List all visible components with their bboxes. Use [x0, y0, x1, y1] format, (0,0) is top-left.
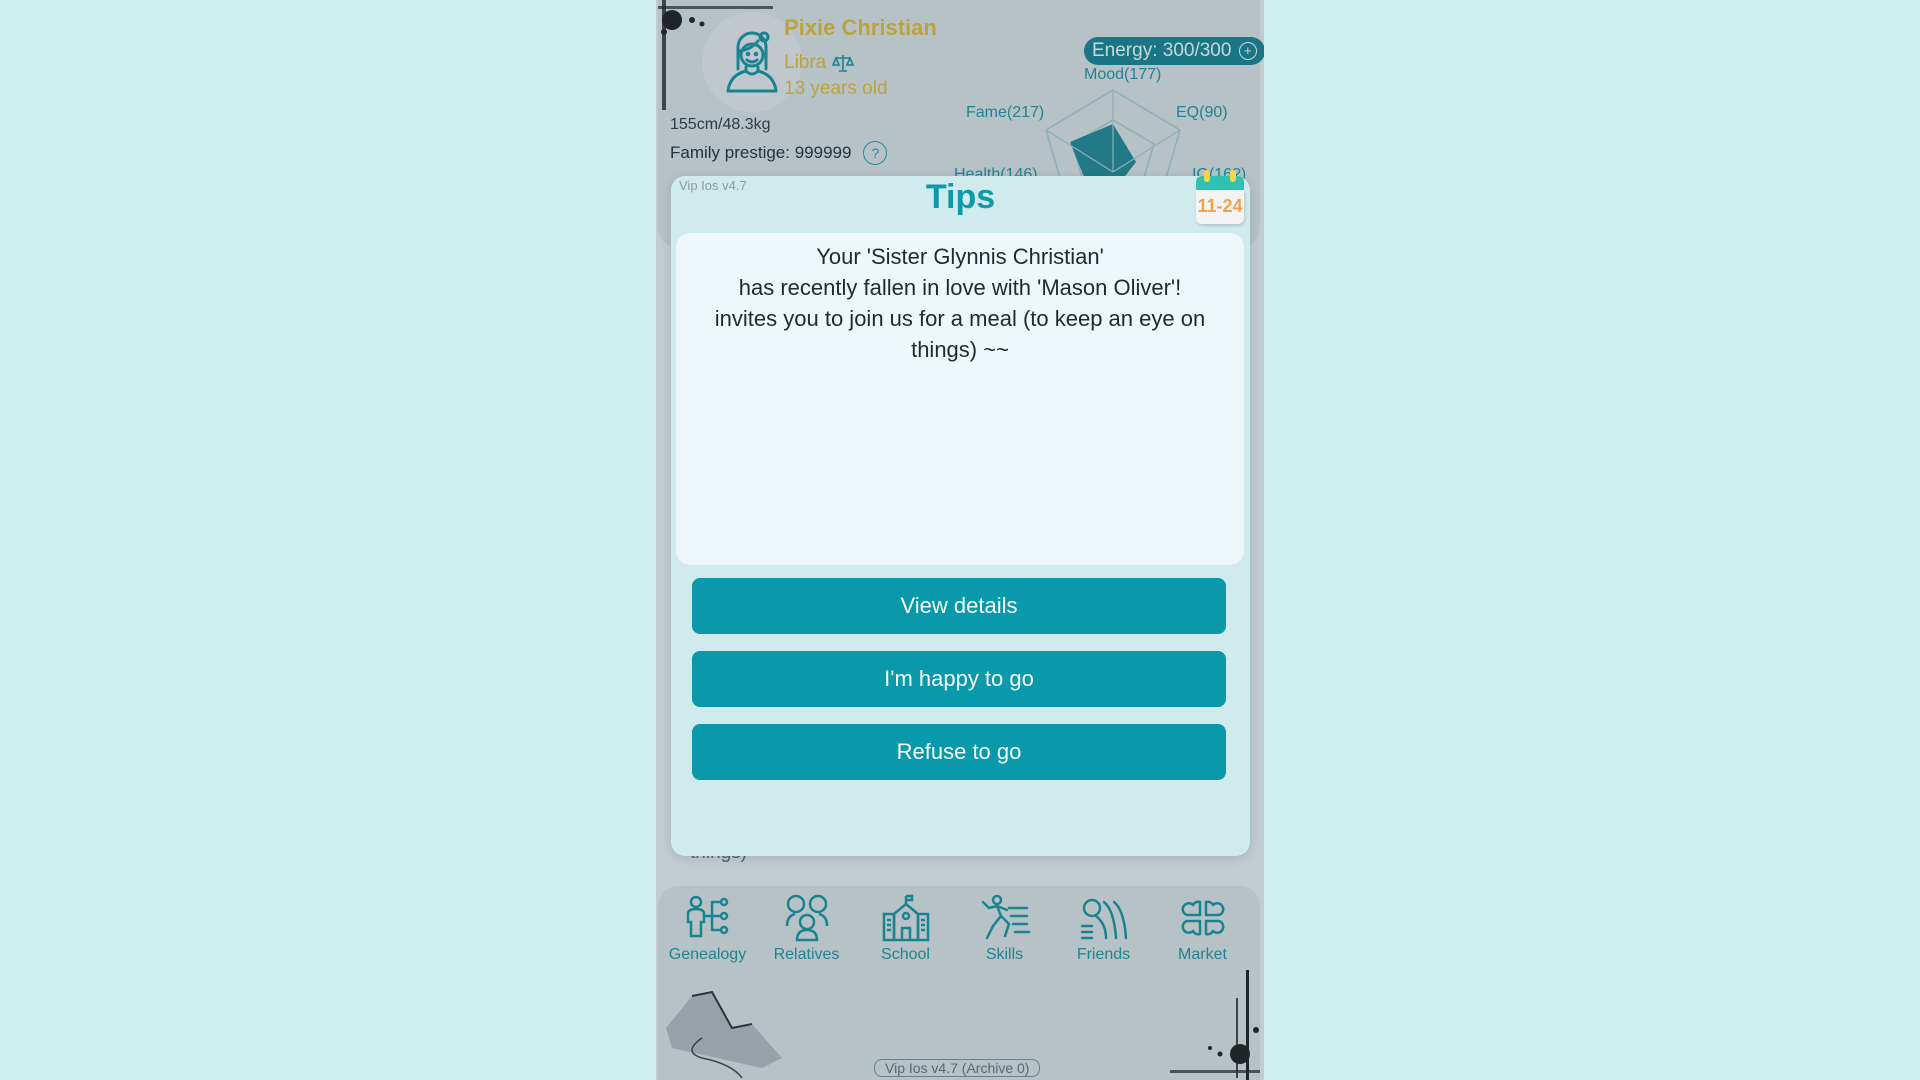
libra-scales-icon: [832, 55, 855, 72]
game-screen: Pixie Christian Libra 13 years old 155cm…: [656, 0, 1264, 1080]
radar-label-eq: EQ(90): [1176, 104, 1228, 121]
refuse-to-go-button[interactable]: Refuse to go: [692, 724, 1226, 780]
energy-pill[interactable]: Energy: 300/300 +: [1084, 37, 1264, 65]
zodiac-label: Libra: [784, 52, 827, 73]
relatives-icon: [785, 894, 828, 942]
message-line: invites you to join us for a meal (to ke…: [714, 306, 1206, 362]
ink-mountain-decoration: [666, 990, 782, 1078]
nav-relatives[interactable]: Relatives: [757, 892, 856, 964]
message-box: Your 'Sister Glynnis Christian' has rece…: [676, 233, 1244, 565]
radar-label-mood: Mood(177): [1084, 66, 1162, 83]
nav-school-label: School: [881, 946, 930, 963]
nav-genealogy-label: Genealogy: [668, 946, 747, 963]
help-icon[interactable]: ?: [863, 141, 888, 165]
nav-school[interactable]: School: [856, 892, 955, 964]
add-energy-icon[interactable]: +: [1238, 41, 1257, 60]
nav-genealogy[interactable]: Genealogy: [658, 892, 757, 964]
nav-friends-label: Friends: [1076, 946, 1131, 963]
skills-icon: [981, 894, 1030, 940]
market-icon: [1181, 900, 1224, 936]
nav-relatives-label: Relatives: [773, 946, 840, 963]
age: 13 years old: [784, 78, 888, 99]
friends-icon: [1080, 898, 1127, 940]
genealogy-icon: [686, 895, 728, 938]
nav-skills-label: Skills: [985, 946, 1024, 963]
school-icon: [882, 894, 929, 942]
message-line: Your 'Sister Glynnis Christian': [816, 244, 1104, 269]
calendar-icon: 11-24: [1192, 170, 1248, 226]
tips-dialog: Vip Ios v4.7 Tips 11-24 Your 'Sister Gly…: [671, 170, 1250, 856]
zodiac: Libra: [784, 52, 855, 74]
app-background: Pixie Christian Libra 13 years old 155cm…: [656, 0, 1264, 1080]
family-prestige-label: Family prestige: 999999: [670, 143, 852, 162]
happy-to-go-button[interactable]: I'm happy to go: [692, 651, 1226, 707]
ink-splash-decoration-bottom: [1170, 970, 1260, 1080]
dialog-title: Tips: [925, 178, 996, 216]
nav-friends[interactable]: Friends: [1054, 892, 1153, 964]
nav-skills[interactable]: Skills: [955, 892, 1054, 964]
family-prestige: Family prestige: 999999 ?: [670, 141, 888, 165]
height-weight: 155cm/48.3kg: [670, 116, 771, 133]
version-archive-label[interactable]: Vip Ios v4.7 (Archive 0): [874, 1059, 1041, 1077]
bottom-navigation: Genealogy Relatives School Skills Friend…: [658, 886, 1260, 1080]
girl-avatar-icon: [726, 31, 778, 93]
view-details-button[interactable]: View details: [692, 578, 1226, 634]
character-name: Pixie Christian: [784, 15, 937, 40]
calendar-date: 11-24: [1196, 190, 1244, 224]
energy-label: Energy: 300/300: [1092, 40, 1232, 61]
message-line: has recently fallen in love with 'Mason …: [738, 275, 1182, 300]
message-text: Your 'Sister Glynnis Christian' has rece…: [676, 233, 1244, 365]
radar-label-fame: Fame(217): [966, 104, 1045, 121]
nav-market[interactable]: Market: [1153, 892, 1252, 964]
nav-market-label: Market: [1178, 946, 1227, 963]
